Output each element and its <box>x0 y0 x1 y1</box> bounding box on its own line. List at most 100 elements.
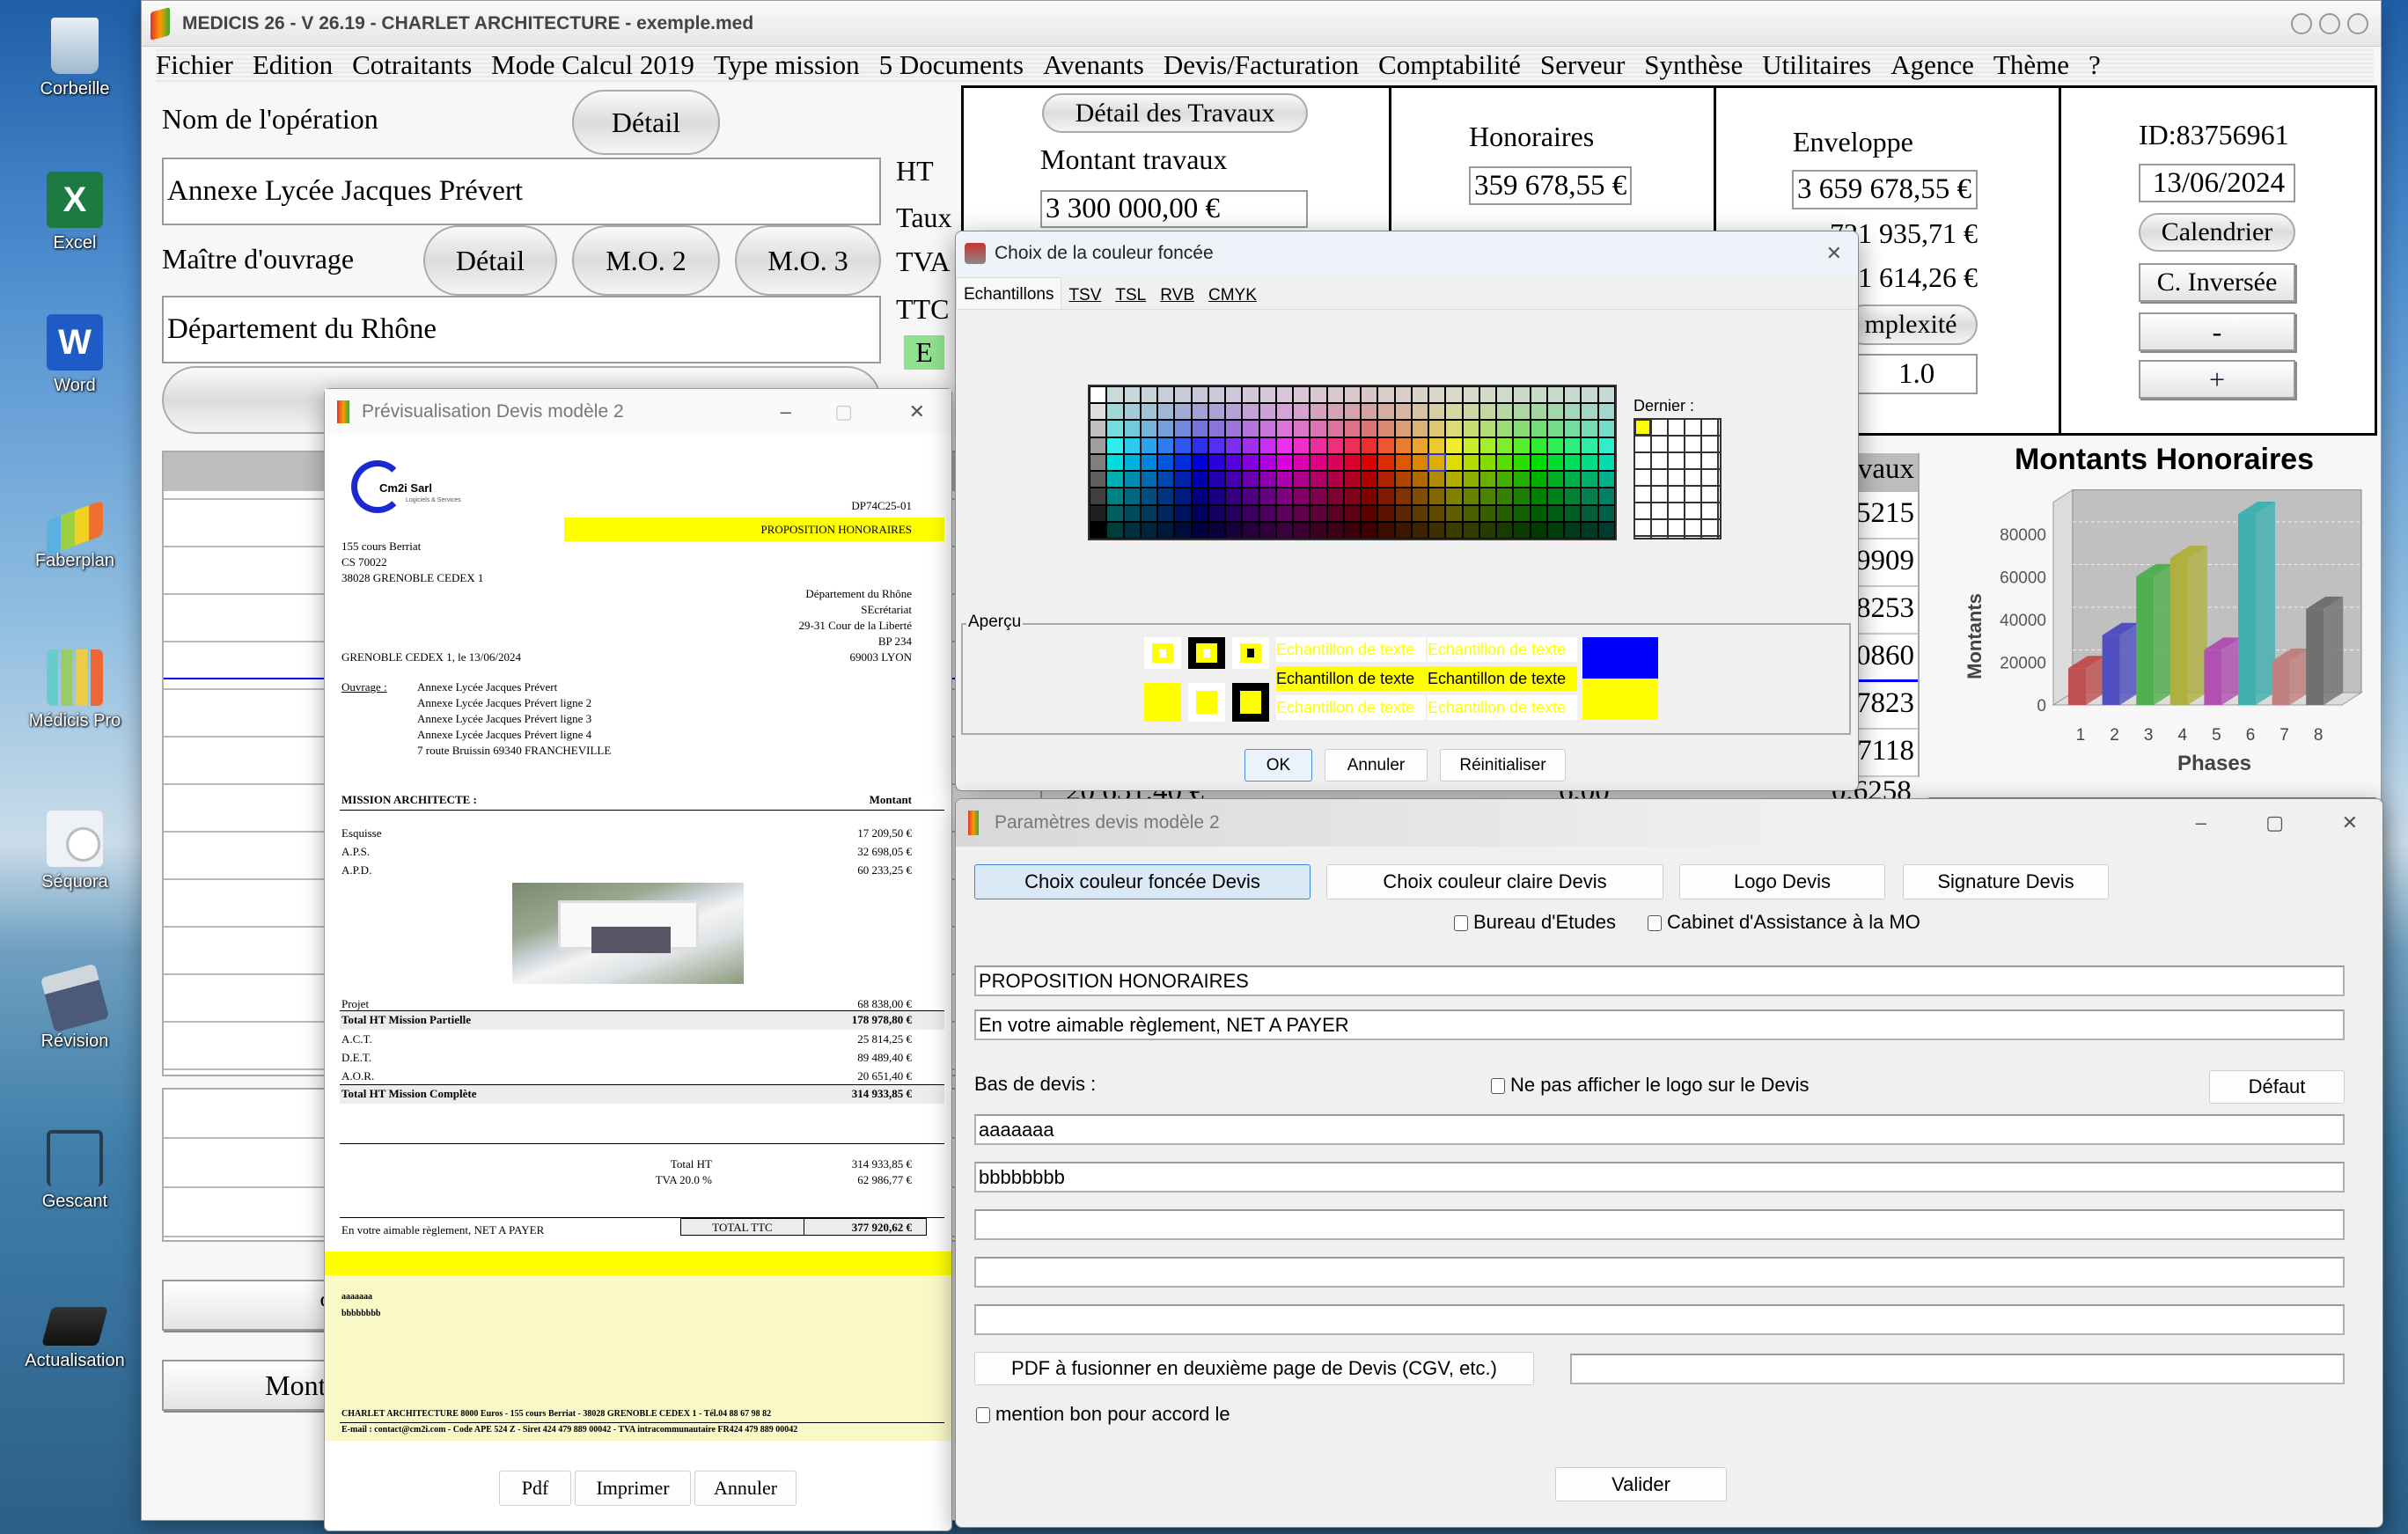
montant-travaux-field[interactable]: 3 300 000,00 € <box>1040 190 1308 228</box>
color-swatch[interactable] <box>1378 488 1394 504</box>
color-swatch[interactable] <box>1090 404 1106 420</box>
color-swatch[interactable] <box>1531 472 1546 488</box>
dark-color-button[interactable]: Choix couleur foncée Devis <box>974 864 1310 899</box>
menu-serveur[interactable]: Serveur <box>1540 49 1625 80</box>
desktop-icon-word[interactable]: W Word <box>9 314 141 396</box>
color-swatch[interactable] <box>1259 437 1275 453</box>
color-swatch[interactable] <box>1598 437 1614 453</box>
color-swatch[interactable] <box>1565 505 1581 521</box>
color-swatch[interactable] <box>1429 404 1445 420</box>
desktop-icon-corbeille[interactable]: Corbeille <box>9 18 141 99</box>
color-swatch[interactable] <box>1497 505 1513 521</box>
color-swatch[interactable] <box>1310 387 1326 403</box>
mo-detail-button[interactable]: Détail <box>423 225 557 296</box>
tab-tsl[interactable]: TSL <box>1108 277 1153 309</box>
color-swatch[interactable] <box>1259 454 1275 471</box>
color-swatch[interactable] <box>1362 437 1377 453</box>
color-swatch[interactable] <box>1463 488 1479 504</box>
color-swatch[interactable] <box>1107 437 1123 453</box>
color-swatch[interactable] <box>1158 437 1174 453</box>
color-swatch[interactable] <box>1531 505 1546 521</box>
menu-help[interactable]: ? <box>2089 49 2101 80</box>
color-swatch[interactable] <box>1141 437 1157 453</box>
color-swatch[interactable] <box>1124 454 1140 471</box>
color-swatch[interactable] <box>1344 472 1361 488</box>
honoraires-field[interactable]: 359 678,55 € <box>1469 166 1632 205</box>
color-swatch[interactable] <box>1497 387 1513 403</box>
color-swatch[interactable] <box>1208 488 1225 504</box>
menu-documents[interactable]: 5 Documents <box>879 49 1024 80</box>
color-swatch[interactable] <box>1598 421 1614 437</box>
color-swatch[interactable] <box>1226 505 1242 521</box>
mention-checkbox[interactable]: mention bon pour accord le <box>976 1403 1230 1426</box>
color-swatch[interactable] <box>1124 505 1140 521</box>
amo-checkbox[interactable]: Cabinet d'Assistance à la MO <box>1648 911 1920 934</box>
color-swatch[interactable] <box>1259 387 1275 403</box>
color-swatch[interactable] <box>1362 488 1377 504</box>
menu-avenants[interactable]: Avenants <box>1043 49 1144 80</box>
color-swatch[interactable] <box>1243 454 1259 471</box>
color-swatch[interactable] <box>1531 421 1546 437</box>
color-swatch[interactable] <box>1310 454 1326 471</box>
color-swatch[interactable] <box>1378 505 1394 521</box>
mo3-button[interactable]: M.O. 3 <box>735 225 881 296</box>
color-swatch[interactable] <box>1192 505 1208 521</box>
color-swatch[interactable] <box>1497 472 1513 488</box>
bas-field-1[interactable]: aaaaaaa <box>974 1114 2345 1145</box>
color-swatch[interactable] <box>1107 505 1123 521</box>
color-swatch[interactable] <box>1344 522 1361 538</box>
color-swatch[interactable] <box>1141 454 1157 471</box>
color-swatch[interactable] <box>1344 387 1361 403</box>
color-swatch[interactable] <box>1479 472 1496 488</box>
color-swatch[interactable] <box>1175 421 1191 437</box>
color-swatch[interactable] <box>1429 505 1445 521</box>
menu-edition[interactable]: Edition <box>253 49 333 80</box>
color-swatch[interactable] <box>1395 437 1411 453</box>
color-swatch[interactable] <box>1479 421 1496 437</box>
color-swatch[interactable] <box>1395 404 1411 420</box>
recent-colors-grid[interactable] <box>1633 418 1722 539</box>
ok-button[interactable]: OK <box>1244 749 1312 782</box>
color-swatch[interactable] <box>1395 387 1411 403</box>
color-swatch[interactable] <box>1531 387 1546 403</box>
color-swatch[interactable] <box>1446 488 1462 504</box>
color-swatch[interactable] <box>1226 454 1242 471</box>
close-button[interactable]: ✕ <box>2342 811 2358 834</box>
color-swatch[interactable] <box>1327 421 1343 437</box>
color-swatch[interactable] <box>1107 454 1123 471</box>
color-swatch[interactable] <box>1412 404 1428 420</box>
color-swatch[interactable] <box>1582 437 1597 453</box>
color-swatch[interactable] <box>1226 488 1242 504</box>
color-swatch[interactable] <box>1294 421 1310 437</box>
color-swatch[interactable] <box>1243 387 1259 403</box>
color-swatch[interactable] <box>1141 404 1157 420</box>
color-swatch[interactable] <box>1429 522 1445 538</box>
tab-rvb[interactable]: RVB <box>1153 277 1201 309</box>
color-swatch[interactable] <box>1378 454 1394 471</box>
default-button[interactable]: Défaut <box>2209 1070 2345 1104</box>
maitre-ouvrage-field[interactable]: Département du Rhône <box>162 296 881 363</box>
color-swatch[interactable] <box>1344 488 1361 504</box>
tab-echantillons[interactable]: Echantillons <box>956 277 1062 309</box>
color-swatch[interactable] <box>1192 522 1208 538</box>
color-swatch[interactable] <box>1276 421 1293 437</box>
color-swatch[interactable] <box>1547 505 1564 521</box>
color-swatch[interactable] <box>1565 488 1581 504</box>
cancel-button[interactable]: Annuler <box>694 1471 797 1506</box>
color-swatch[interactable] <box>1412 454 1428 471</box>
menu-devis-facturation[interactable]: Devis/Facturation <box>1164 49 1359 80</box>
color-swatch[interactable] <box>1514 404 1530 420</box>
pdf-merge-field[interactable] <box>1570 1354 2345 1384</box>
color-swatch[interactable] <box>1446 387 1462 403</box>
enveloppe-field[interactable]: 3 659 678,55 € <box>1792 170 1978 209</box>
color-swatch[interactable] <box>1429 421 1445 437</box>
color-swatch[interactable] <box>1565 387 1581 403</box>
color-swatch[interactable] <box>1429 472 1445 488</box>
color-swatch[interactable] <box>1598 454 1614 471</box>
color-swatch[interactable] <box>1463 454 1479 471</box>
color-swatch[interactable] <box>1395 488 1411 504</box>
menu-mode-calcul[interactable]: Mode Calcul 2019 <box>491 49 694 80</box>
color-swatch[interactable] <box>1327 454 1343 471</box>
color-swatch[interactable] <box>1362 421 1377 437</box>
color-swatch[interactable] <box>1192 488 1208 504</box>
